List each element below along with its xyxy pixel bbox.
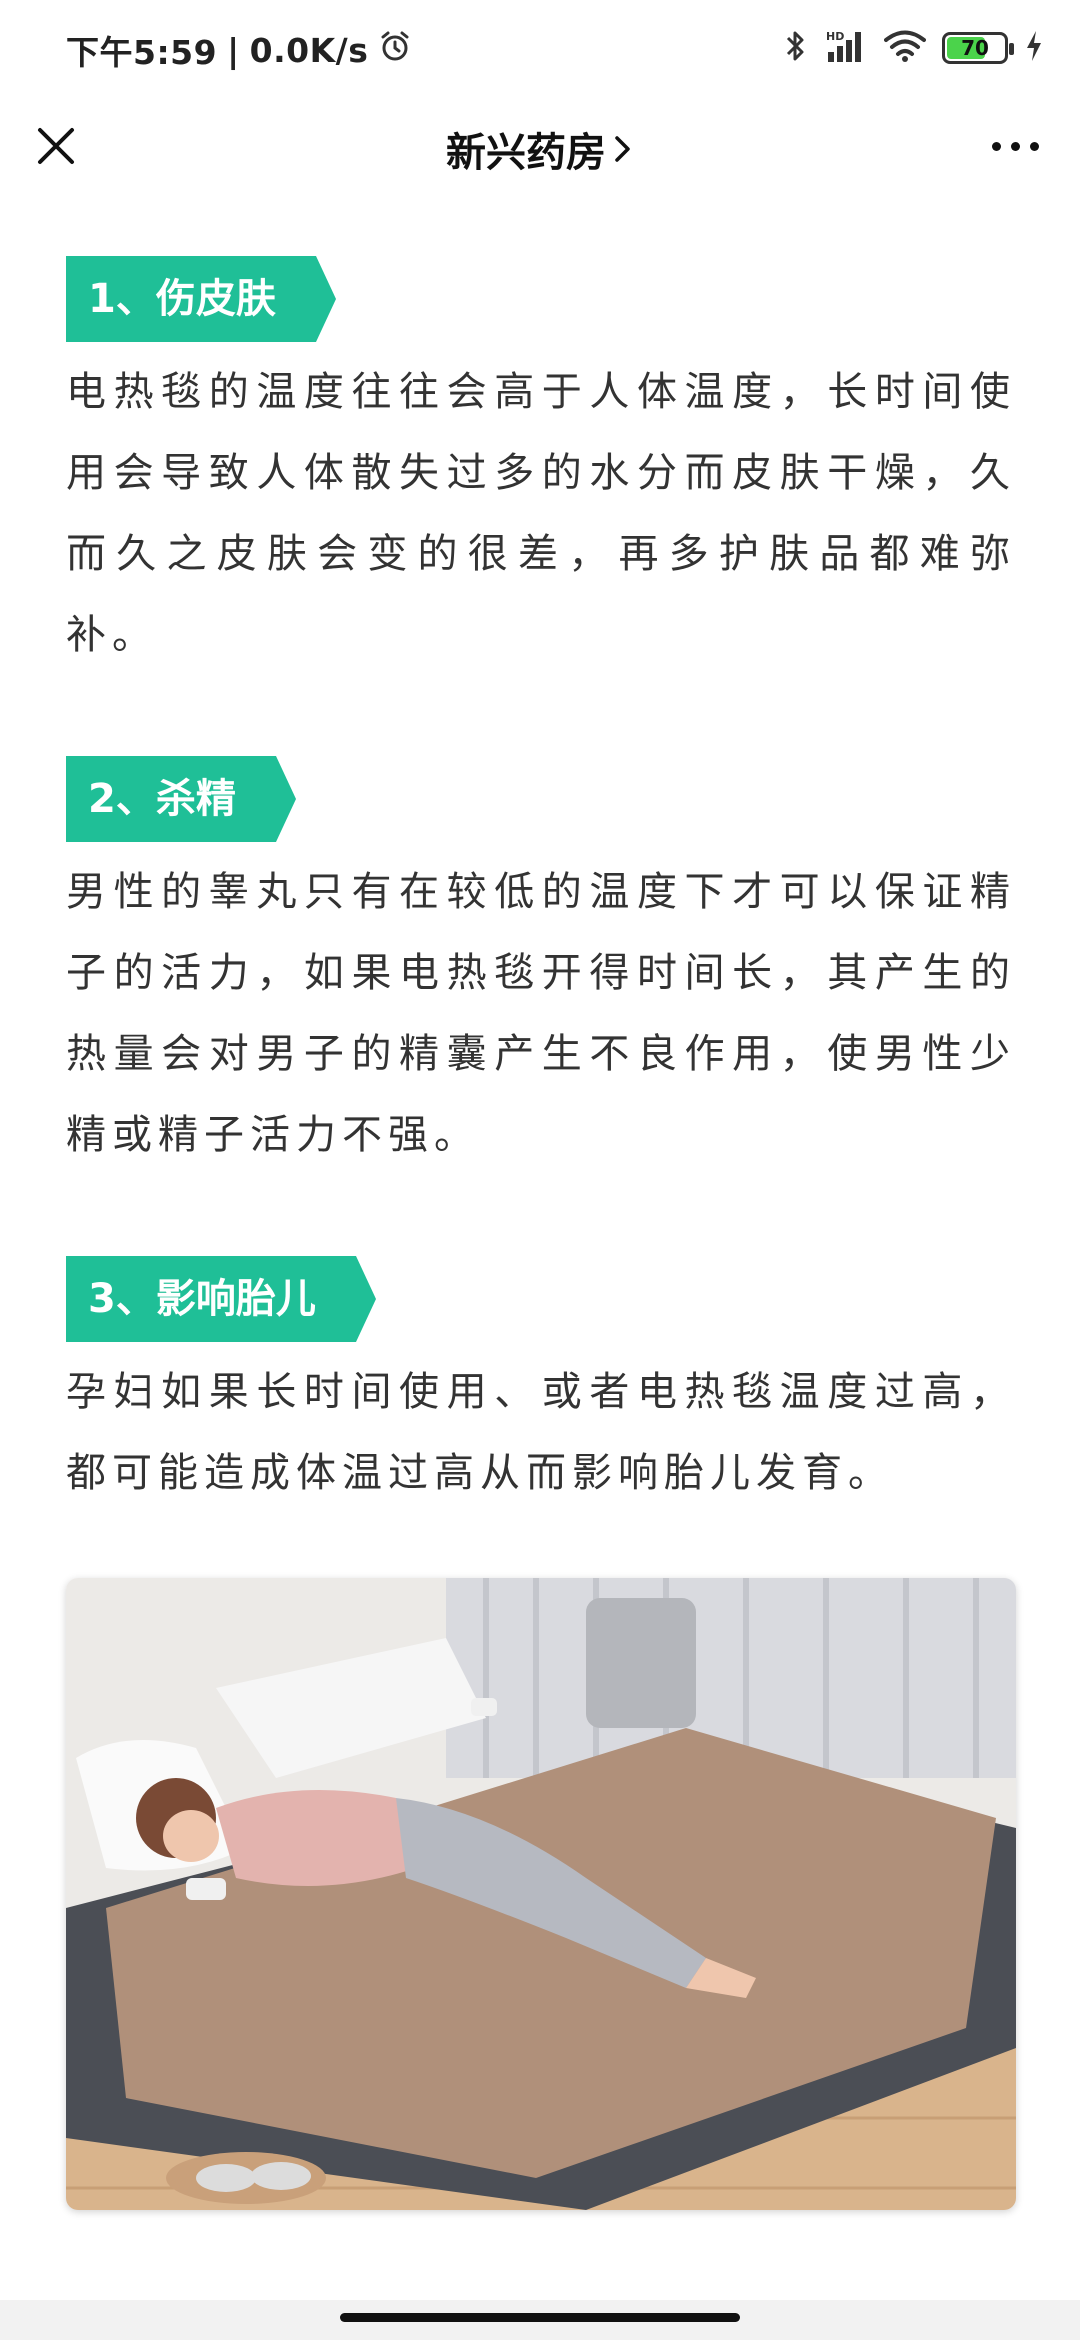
electric-blanket-illustration [66,1578,1016,2210]
page-title-text: 新兴药房 [446,130,606,176]
section-paragraph: 男性的睾丸只有在较低的温度下才可以保证精子的活力，如果电热毯开得时间长，其产生的… [66,869,1016,1158]
section-heading: 1、伤皮肤 [66,256,336,342]
status-separator: | [227,30,240,70]
home-indicator[interactable] [340,2313,740,2322]
section-sperm: 2、杀精 男性的睾丸只有在较低的温度下才可以保证精子的活力，如果电热毯开得时间长… [66,756,1016,1176]
network-speed: 0.0K/s [249,30,369,70]
status-time: 下午5:59 [66,33,218,72]
section-paragraph: 孕妇如果长时间使用、或者电热毯温度过高，都可能造成体温过高从而影响胎儿发育。 [66,1369,1016,1496]
home-bar [0,2300,1080,2340]
article-photo[interactable] [66,1578,1016,2210]
status-bar: 下午5:59 | 0.0K/s HD 70 [0,0,1080,100]
more-dot [1029,141,1039,151]
status-right: HD 70 [784,26,1044,70]
alarm-icon [378,29,412,71]
battery-icon: 70 [942,32,1014,64]
nav-bar: 新兴药房 [0,100,1080,192]
more-button[interactable] [980,118,1050,174]
status-left: 下午5:59 | 0.0K/s [66,26,412,74]
section-paragraph: 电热毯的温度往往会高于人体温度，长时间使用会导致人体散失过多的水分而皮肤干燥，久… [66,369,1016,658]
section-heading: 2、杀精 [66,756,296,842]
battery-level: 70 [961,36,989,60]
section-skin: 1、伤皮肤 电热毯的温度往往会高于人体温度，长时间使用会导致人体散失过多的水分而… [66,256,1016,676]
svg-text:HD: HD [826,30,844,43]
charging-icon [1024,29,1044,67]
more-dot [991,141,1001,151]
chevron-right-icon [615,136,630,162]
section-heading: 3、影响胎儿 [66,1256,376,1342]
signal-icon: HD [824,28,868,68]
page-title[interactable]: 新兴药房 [0,120,1080,178]
section-fetus: 3、影响胎儿 孕妇如果长时间使用、或者电热毯温度过高，都可能造成体温过高从而影响… [66,1256,1016,1514]
wifi-icon [884,29,926,67]
bluetooth-icon [784,28,808,68]
more-dot [1010,141,1020,151]
